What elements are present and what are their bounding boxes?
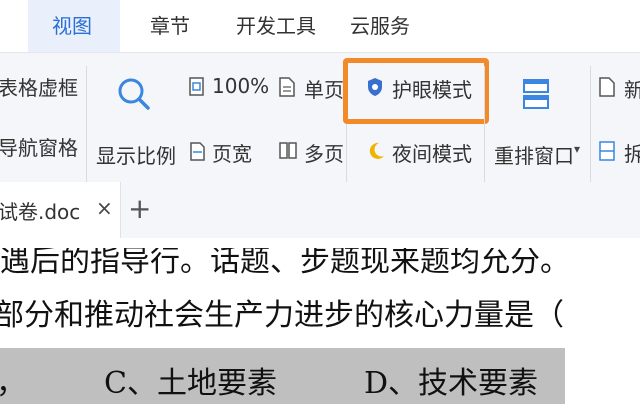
eye-mode-button[interactable]: 护眼模式: [392, 74, 472, 103]
tab-view[interactable]: 视图: [52, 10, 92, 39]
page-100-icon: [189, 77, 204, 96]
magnifier-icon[interactable]: [114, 74, 154, 114]
rearrange-windows-icon: [523, 79, 549, 109]
tab-devtools[interactable]: 开发工具: [236, 10, 316, 39]
multi-page-icon: [279, 142, 297, 159]
document-line-2: 部分和推动社会生产力进步的核心力量是（: [0, 298, 564, 333]
document-tab-title[interactable]: 试卷.doc: [0, 196, 80, 225]
single-page-icon: [279, 77, 295, 97]
moon-icon: [369, 142, 384, 159]
night-mode-button[interactable]: 夜间模式: [392, 138, 472, 167]
ribbon-separator: [484, 66, 485, 186]
option-prefix: ，: [0, 358, 26, 402]
tab-chapter[interactable]: 章节: [150, 10, 190, 39]
menu-tabbar: 视图 章节 开发工具 云服务: [0, 0, 640, 52]
tab-cloud[interactable]: 云服务: [350, 10, 410, 39]
single-page-button[interactable]: 单页: [304, 74, 344, 103]
new-window-icon: [599, 77, 615, 97]
table-gridlines-toggle[interactable]: 表格虚框: [0, 72, 78, 101]
split-window-icon: [599, 141, 615, 161]
add-tab-button[interactable]: +: [128, 192, 151, 225]
close-icon[interactable]: ×: [96, 196, 113, 220]
zoom-100-button[interactable]: 100%: [212, 74, 269, 98]
chevron-down-icon[interactable]: ▾: [574, 142, 580, 156]
split-window-button[interactable]: 拆: [624, 138, 640, 167]
shield-icon: [368, 78, 382, 96]
multi-page-button[interactable]: 多页: [304, 138, 344, 167]
page-width-button[interactable]: 页宽: [212, 138, 252, 167]
zoom-button[interactable]: 显示比例: [96, 140, 176, 169]
rearrange-windows-button[interactable]: 重排窗口: [494, 140, 574, 169]
navigation-pane-toggle[interactable]: 导航窗格: [0, 132, 78, 161]
option-d: D、技术要素: [364, 366, 539, 401]
option-c: C、土地要素: [104, 366, 277, 401]
ribbon-separator: [590, 66, 591, 186]
new-window-button[interactable]: 新: [624, 74, 640, 103]
page-width-icon: [190, 142, 205, 161]
ribbon-separator: [86, 66, 87, 186]
